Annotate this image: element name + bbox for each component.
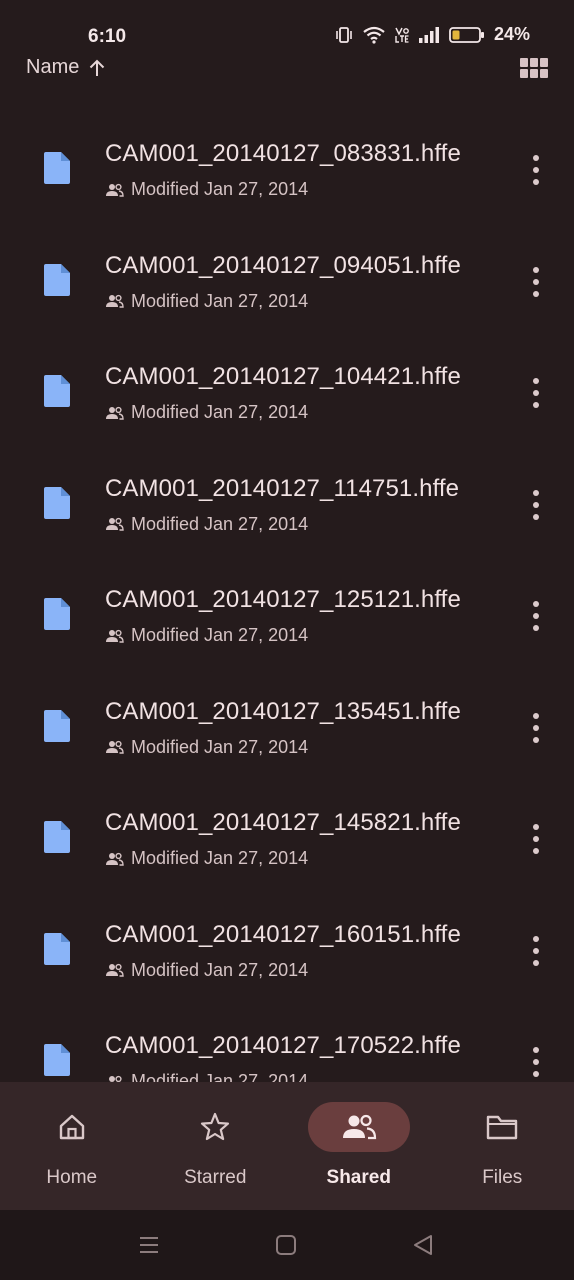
file-row[interactable]: CAM001_20140127_170522.hffe Modified Jan … bbox=[0, 1019, 574, 1082]
file-modified-date: Modified Jan 27, 2014 bbox=[131, 290, 309, 311]
status-time: 6:10 bbox=[88, 26, 127, 47]
file-row[interactable]: CAM001_20140127_104421.hffe Modified Jan … bbox=[0, 350, 574, 462]
nav-item-starred[interactable]: Starred bbox=[144, 1082, 288, 1210]
status-bar: 6:10 24% bbox=[0, 0, 574, 52]
file-modified-date: Modified Jan 27, 2014 bbox=[131, 1071, 309, 1082]
sort-by-name-button[interactable]: Name bbox=[26, 56, 107, 79]
file-name: CAM001_20140127_104421.hffe bbox=[105, 363, 461, 390]
volte-icon bbox=[395, 27, 409, 43]
recents-menu-icon[interactable] bbox=[138, 1234, 160, 1256]
document-file-icon bbox=[44, 1044, 70, 1076]
file-row[interactable]: CAM001_20140127_160151.hffe Modified Jan … bbox=[0, 908, 574, 1020]
shared-people-icon bbox=[106, 406, 124, 420]
more-options-icon[interactable] bbox=[526, 601, 546, 631]
home-square-icon[interactable] bbox=[275, 1234, 297, 1256]
active-nav-pill bbox=[307, 1102, 410, 1152]
file-name: CAM001_20140127_160151.hffe bbox=[105, 920, 461, 948]
file-name: CAM001_20140127_094051.hffe bbox=[105, 251, 461, 279]
file-meta: Modified Jan 27, 2014 bbox=[105, 848, 308, 869]
document-file-icon bbox=[44, 375, 70, 407]
sort-label: Name bbox=[26, 56, 80, 78]
file-meta: Modified Jan 27, 2014 bbox=[105, 737, 308, 758]
document-file-icon bbox=[44, 821, 70, 853]
signal-icon bbox=[418, 26, 439, 43]
more-options-icon[interactable] bbox=[526, 712, 546, 743]
file-modified-date: Modified Jan 27, 2014 bbox=[131, 625, 309, 645]
file-list: CAM001_20140127_083831.hffe Modified Jan … bbox=[0, 127, 574, 1082]
more-options-icon[interactable] bbox=[526, 155, 546, 185]
shared-people-icon bbox=[106, 629, 124, 643]
shared-people-icon bbox=[109, 1075, 122, 1082]
file-row[interactable]: CAM001_20140127_083831.hffe Modified Jan … bbox=[0, 127, 574, 239]
nav-label-files: Files bbox=[482, 1167, 523, 1188]
system-nav-bar bbox=[0, 1210, 574, 1280]
more-options-icon[interactable] bbox=[526, 1047, 546, 1077]
file-modified-date: Modified Jan 27, 2014 bbox=[131, 513, 309, 534]
grid-view-icon[interactable] bbox=[520, 58, 550, 80]
file-modified-date: Modified Jan 27, 2014 bbox=[131, 179, 309, 199]
file-row[interactable]: CAM001_20140127_114751.hffe Modified Jan … bbox=[0, 462, 574, 574]
bottom-nav: Home Starred Shared Files bbox=[0, 1082, 574, 1210]
file-name: CAM001_20140127_125121.hffe bbox=[105, 586, 461, 613]
file-modified-date: Modified Jan 27, 2014 bbox=[131, 736, 309, 757]
nav-label-starred: Starred bbox=[184, 1167, 247, 1188]
status-icons: 24% bbox=[335, 24, 530, 45]
file-modified-date: Modified Jan 27, 2014 bbox=[131, 402, 309, 422]
file-meta: Modified Jan 27, 2014 bbox=[105, 402, 308, 423]
file-meta: Modified Jan 27, 2014 bbox=[105, 1071, 308, 1082]
document-file-icon bbox=[44, 263, 70, 296]
document-file-icon bbox=[44, 932, 70, 965]
more-options-icon[interactable] bbox=[526, 266, 546, 297]
nav-item-shared[interactable]: Shared bbox=[287, 1082, 431, 1210]
people-icon bbox=[342, 1114, 376, 1140]
file-meta: Modified Jan 27, 2014 bbox=[105, 960, 308, 981]
file-modified-date: Modified Jan 27, 2014 bbox=[131, 848, 309, 868]
battery-percent: 24% bbox=[493, 24, 530, 44]
folder-icon bbox=[487, 1115, 518, 1140]
shared-people-icon bbox=[106, 852, 124, 866]
more-options-icon[interactable] bbox=[526, 378, 546, 408]
file-name: CAM001_20140127_170522.hffe bbox=[105, 1032, 461, 1059]
shared-people-icon bbox=[106, 294, 124, 308]
file-row[interactable]: CAM001_20140127_094051.hffe Modified Jan … bbox=[0, 239, 574, 351]
file-row[interactable]: CAM001_20140127_145821.hffe Modified Jan … bbox=[0, 796, 574, 908]
document-file-icon bbox=[44, 598, 70, 630]
more-options-icon[interactable] bbox=[526, 935, 546, 966]
more-options-icon[interactable] bbox=[526, 489, 546, 520]
shared-people-icon bbox=[106, 740, 124, 754]
file-meta: Modified Jan 27, 2014 bbox=[105, 291, 308, 312]
arrow-up-icon bbox=[90, 59, 105, 76]
wifi-icon bbox=[363, 26, 385, 44]
file-meta: Modified Jan 27, 2014 bbox=[105, 514, 308, 535]
document-file-icon bbox=[44, 709, 70, 742]
shared-people-icon bbox=[106, 517, 124, 531]
file-row[interactable]: CAM001_20140127_135451.hffe Modified Jan … bbox=[0, 685, 574, 797]
file-modified-date: Modified Jan 27, 2014 bbox=[131, 959, 309, 980]
document-file-icon bbox=[44, 152, 70, 184]
file-meta: Modified Jan 27, 2014 bbox=[105, 625, 308, 646]
file-meta: Modified Jan 27, 2014 bbox=[105, 179, 308, 200]
file-name: CAM001_20140127_145821.hffe bbox=[105, 809, 461, 836]
back-triangle-icon[interactable] bbox=[412, 1234, 434, 1256]
battery-icon bbox=[449, 26, 484, 43]
file-name: CAM001_20140127_114751.hffe bbox=[105, 474, 460, 502]
home-icon bbox=[59, 1114, 84, 1140]
more-options-icon[interactable] bbox=[526, 824, 546, 854]
file-name: CAM001_20140127_083831.hffe bbox=[105, 140, 461, 167]
shared-people-icon bbox=[106, 183, 124, 197]
nav-label-home: Home bbox=[46, 1167, 98, 1188]
shared-people-icon bbox=[106, 963, 124, 977]
file-row[interactable]: CAM001_20140127_125121.hffe Modified Jan … bbox=[0, 573, 574, 685]
nav-label-shared: Shared bbox=[326, 1167, 391, 1188]
document-file-icon bbox=[44, 486, 70, 519]
file-name: CAM001_20140127_135451.hffe bbox=[105, 697, 461, 725]
star-icon bbox=[201, 1112, 230, 1141]
nav-item-home[interactable]: Home bbox=[0, 1082, 144, 1210]
vibrate-icon bbox=[336, 26, 352, 43]
screen: 6:10 24% Name CAM001_20140127_083831.hff… bbox=[0, 0, 574, 1280]
nav-item-files[interactable]: Files bbox=[431, 1082, 574, 1210]
